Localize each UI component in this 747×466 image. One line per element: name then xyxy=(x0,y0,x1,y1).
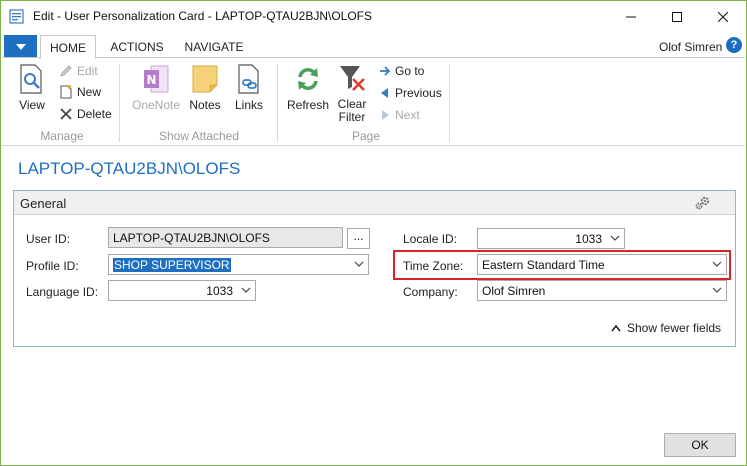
chevron-down-icon[interactable] xyxy=(610,233,620,243)
clear-filter-icon xyxy=(340,66,365,91)
new-icon xyxy=(60,85,72,99)
refresh-button[interactable]: Refresh xyxy=(286,63,330,112)
language-id-label: Language ID: xyxy=(26,285,99,299)
profile-id-field[interactable]: SHOP SUPERVISOR xyxy=(108,254,369,275)
general-fasttab-title: General xyxy=(20,196,67,211)
previous-button[interactable]: Previous xyxy=(379,86,442,100)
user-id-label: User ID: xyxy=(26,232,71,246)
clear-filter-button[interactable]: Clear Filter xyxy=(334,63,370,124)
edit-button[interactable]: Edit xyxy=(59,64,98,78)
language-id-field[interactable]: 1033 xyxy=(108,280,256,301)
app-menu-button[interactable] xyxy=(4,35,37,58)
minimize-button[interactable] xyxy=(608,1,654,32)
go-to-label: Go to xyxy=(395,64,425,78)
profile-id-value: SHOP SUPERVISOR xyxy=(113,258,231,272)
time-zone-label: Time Zone: xyxy=(403,259,464,273)
group-divider xyxy=(449,64,450,142)
next-label: Next xyxy=(395,108,420,122)
onenote-icon: N xyxy=(144,65,169,93)
chevron-down-icon[interactable] xyxy=(712,259,722,269)
time-zone-value: Eastern Standard Time xyxy=(482,258,605,272)
ok-button[interactable]: OK xyxy=(664,433,736,457)
refresh-icon xyxy=(298,68,318,90)
dialog-window: Edit - User Personalization Card - LAPTO… xyxy=(0,0,747,466)
user-id-field[interactable]: LAPTOP-QTAU2BJN\OLOFS xyxy=(108,227,343,248)
window-title: Edit - User Personalization Card - LAPTO… xyxy=(33,9,372,23)
user-name: Olof Simren xyxy=(659,40,723,54)
new-label: New xyxy=(77,85,102,99)
triangle-right-icon xyxy=(382,110,389,120)
triangle-left-icon xyxy=(381,88,388,98)
time-zone-field[interactable]: Eastern Standard Time xyxy=(477,254,727,275)
go-to-button[interactable]: Go to xyxy=(379,64,424,78)
general-fasttab-header[interactable]: General xyxy=(14,191,735,215)
clear-filter-label-line2: Filter xyxy=(338,110,366,124)
maximize-button[interactable] xyxy=(654,1,700,32)
onenote-label: OneNote xyxy=(131,98,181,112)
chevron-down-icon[interactable] xyxy=(241,285,251,295)
app-icon xyxy=(9,9,24,24)
arrow-right-icon xyxy=(380,66,391,76)
ribbon: View Edit New Delete Manage N OneNote No… xyxy=(2,57,745,146)
refresh-label: Refresh xyxy=(286,98,330,112)
close-button[interactable] xyxy=(700,1,746,32)
locale-id-label: Locale ID: xyxy=(403,232,458,246)
delete-icon xyxy=(60,108,72,120)
notes-icon xyxy=(192,65,218,93)
help-icon[interactable]: ? xyxy=(726,37,742,53)
view-icon xyxy=(20,64,42,94)
links-label: Links xyxy=(234,98,263,112)
clear-filter-label: Clear xyxy=(337,97,367,111)
maximize-icon xyxy=(672,11,682,22)
page-title: LAPTOP-QTAU2BJN\OLOFS xyxy=(18,159,241,178)
locale-id-value: 1033 xyxy=(575,232,602,246)
profile-id-label: Profile ID: xyxy=(26,259,79,273)
user-id-assist-button[interactable]: ... xyxy=(347,228,370,249)
close-icon xyxy=(718,11,728,22)
notes-button[interactable]: Notes xyxy=(187,63,223,112)
chevron-up-icon xyxy=(611,324,621,332)
company-field[interactable]: Olof Simren xyxy=(477,280,727,301)
tab-actions[interactable]: ACTIONS xyxy=(101,35,173,59)
pencil-icon xyxy=(60,65,72,77)
locale-id-field[interactable]: 1033 xyxy=(477,228,625,249)
group-divider xyxy=(277,64,278,142)
title-bar: Edit - User Personalization Card - LAPTO… xyxy=(1,1,746,32)
manage-group-label: Manage xyxy=(40,129,84,143)
dropdown-arrow-icon xyxy=(15,43,26,50)
view-label: View xyxy=(19,98,45,112)
tab-home[interactable]: HOME xyxy=(40,35,96,59)
chevron-down-icon[interactable] xyxy=(354,259,364,269)
next-button[interactable]: Next xyxy=(379,108,420,122)
gear-icon[interactable] xyxy=(694,195,712,211)
links-button[interactable]: Links xyxy=(231,63,267,112)
view-button[interactable]: View xyxy=(14,63,50,112)
onenote-button[interactable]: N OneNote xyxy=(129,63,183,112)
language-id-value: 1033 xyxy=(206,284,233,298)
delete-label: Delete xyxy=(77,107,112,121)
links-icon xyxy=(238,64,259,94)
show-fewer-fields-label: Show fewer fields xyxy=(627,321,722,335)
company-label: Company: xyxy=(403,285,458,299)
edit-label: Edit xyxy=(77,64,98,78)
tab-navigate[interactable]: NAVIGATE xyxy=(178,35,250,59)
new-button[interactable]: New xyxy=(59,85,101,99)
svg-text:N: N xyxy=(146,73,156,87)
show-attached-group-label: Show Attached xyxy=(158,129,240,143)
group-divider xyxy=(119,64,120,142)
delete-button[interactable]: Delete xyxy=(59,107,112,121)
previous-label: Previous xyxy=(395,86,442,100)
show-fewer-fields-link[interactable]: Show fewer fields xyxy=(611,321,721,335)
ribbon-tab-row: HOME ACTIONS NAVIGATE Olof Simren ? xyxy=(1,32,746,59)
minimize-icon xyxy=(626,16,636,17)
company-value: Olof Simren xyxy=(482,284,546,298)
page-group-label: Page xyxy=(351,129,381,143)
chevron-down-icon[interactable] xyxy=(712,285,722,295)
notes-label: Notes xyxy=(189,98,221,112)
